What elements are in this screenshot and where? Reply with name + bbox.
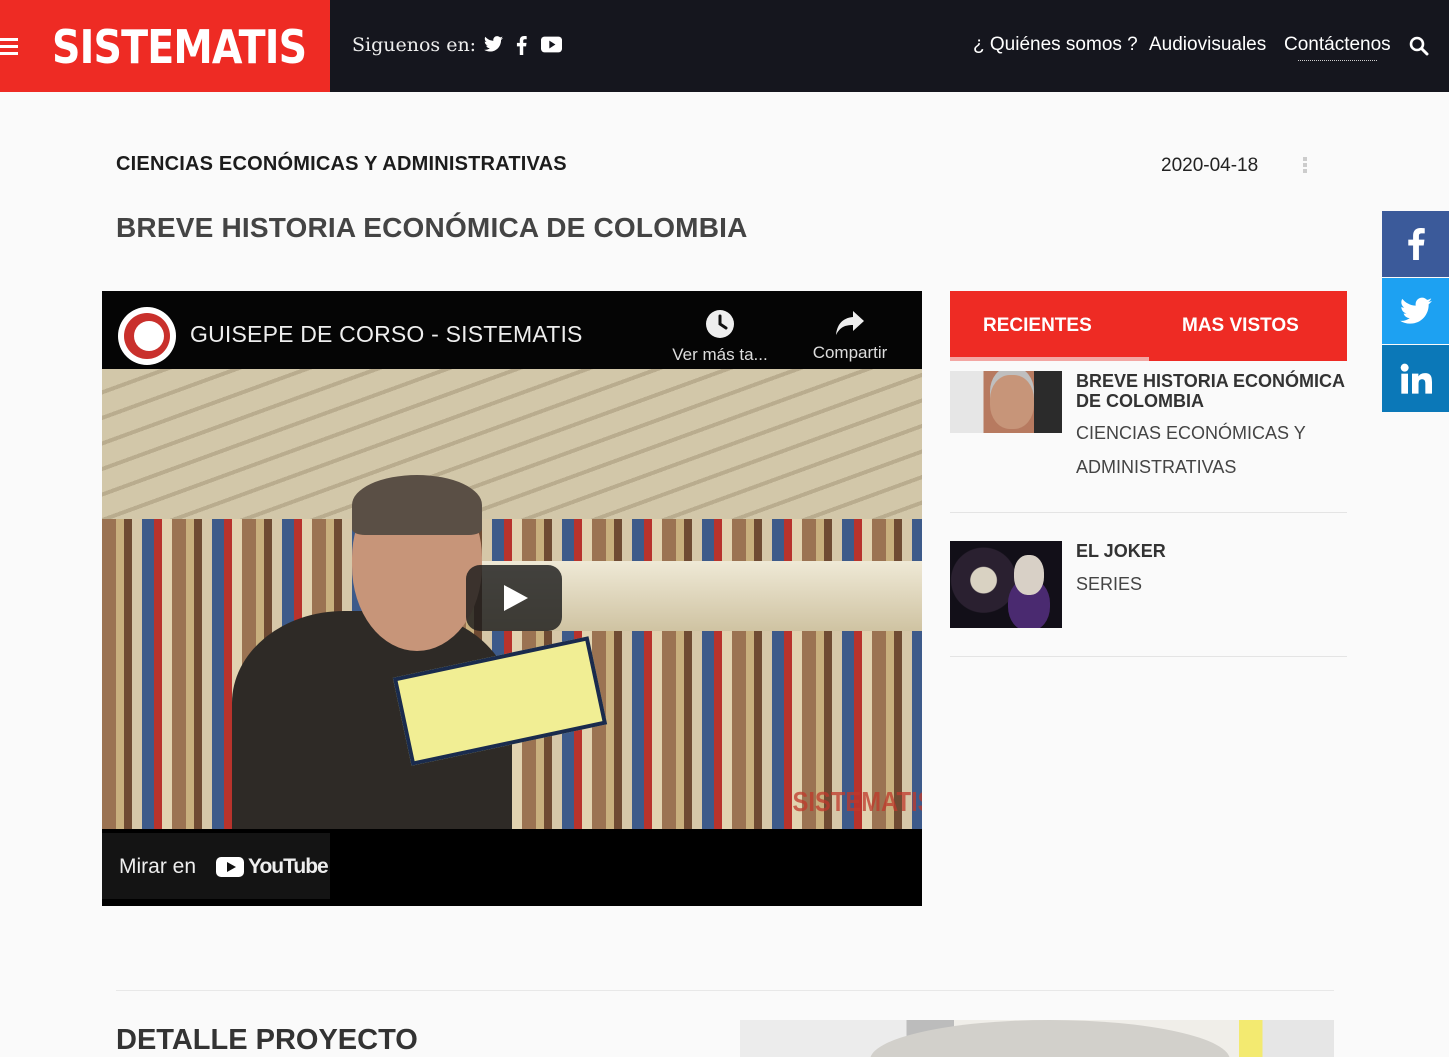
share-video-label: Compartir bbox=[812, 343, 888, 362]
watch-later-label: Ver más ta... bbox=[672, 345, 768, 364]
video-title-bar: GUISEPE DE CORSO - SISTEMATIS Ver más ta… bbox=[102, 291, 922, 369]
twitter-icon[interactable] bbox=[484, 36, 503, 57]
youtube-wordmark: YouTube bbox=[248, 855, 329, 878]
article-category[interactable]: CIENCIAS ECONÓMICAS Y ADMINISTRATIVAS bbox=[116, 153, 567, 176]
channel-avatar[interactable] bbox=[118, 307, 176, 365]
item-category[interactable]: SERIES bbox=[1076, 567, 1346, 601]
item-thumbnail[interactable] bbox=[950, 541, 1062, 628]
nav-audiovisuales[interactable]: Audiovisuales bbox=[1149, 34, 1266, 56]
video-watermark: SISTEMATIS bbox=[792, 786, 922, 817]
share-linkedin-button[interactable] bbox=[1382, 345, 1449, 412]
video-person bbox=[192, 475, 522, 841]
clock-icon bbox=[706, 310, 734, 338]
facebook-icon[interactable] bbox=[516, 36, 527, 60]
detail-image bbox=[740, 1020, 1334, 1057]
site-logo[interactable]: SISTEMATIS bbox=[52, 20, 307, 74]
youtube-logo-icon bbox=[216, 857, 244, 877]
detail-section-title: DETALLE PROYECTO bbox=[116, 1024, 418, 1056]
item-title[interactable]: EL JOKER bbox=[1076, 541, 1346, 561]
nav-quienes-somos[interactable]: ¿ Quiénes somos ? bbox=[973, 34, 1138, 56]
youtube-icon[interactable] bbox=[541, 36, 562, 58]
section-divider bbox=[116, 990, 1334, 991]
sidebar-tabs: RECIENTES MAS VISTOS bbox=[950, 291, 1347, 361]
more-options-icon[interactable] bbox=[1303, 157, 1309, 175]
brand-box: SISTEMATIS bbox=[0, 0, 330, 92]
video-player[interactable]: SISTEMATIS GUISEPE DE CORSO - SISTEMATIS… bbox=[102, 291, 922, 906]
item-title[interactable]: BREVE HISTORIA ECONÓMICA DE COLOMBIA bbox=[1076, 371, 1346, 411]
list-item[interactable]: EL JOKER SERIES bbox=[950, 541, 1347, 657]
share-arrow-icon bbox=[836, 311, 864, 335]
article-date: 2020-04-18 bbox=[1161, 155, 1259, 176]
list-item[interactable]: BREVE HISTORIA ECONÓMICA DE COLOMBIA CIE… bbox=[950, 371, 1347, 513]
watch-on-youtube-button[interactable]: Mirar en YouTube bbox=[102, 833, 330, 899]
tab-mas-vistos[interactable]: MAS VISTOS bbox=[1182, 291, 1299, 361]
item-category[interactable]: CIENCIAS ECONÓMICAS Y ADMINISTRATIVAS bbox=[1076, 416, 1346, 484]
share-video-button[interactable]: Compartir bbox=[802, 309, 898, 363]
active-tab-indicator bbox=[950, 357, 1149, 361]
nav-contactenos[interactable]: Contáctenos bbox=[1284, 34, 1391, 61]
twitter-icon bbox=[1399, 297, 1432, 324]
menu-icon[interactable] bbox=[0, 38, 18, 56]
top-navigation-bar: SISTEMATIS Siguenos en: ¿ Quiénes somos … bbox=[0, 0, 1449, 92]
watch-later-button[interactable]: Ver más ta... bbox=[664, 309, 776, 365]
linkedin-icon bbox=[1400, 363, 1432, 394]
search-icon[interactable] bbox=[1409, 36, 1429, 56]
share-facebook-button[interactable] bbox=[1382, 211, 1449, 277]
share-twitter-button[interactable] bbox=[1382, 278, 1449, 344]
watch-on-label: Mirar en bbox=[119, 855, 197, 878]
play-button[interactable] bbox=[466, 565, 562, 631]
facebook-icon bbox=[1407, 228, 1425, 260]
tab-recientes[interactable]: RECIENTES bbox=[983, 291, 1092, 361]
video-channel-title[interactable]: GUISEPE DE CORSO - SISTEMATIS bbox=[190, 321, 583, 348]
follow-label: Siguenos en: bbox=[352, 34, 477, 56]
item-thumbnail[interactable] bbox=[950, 371, 1062, 433]
page-title: BREVE HISTORIA ECONÓMICA DE COLOMBIA bbox=[116, 212, 748, 243]
